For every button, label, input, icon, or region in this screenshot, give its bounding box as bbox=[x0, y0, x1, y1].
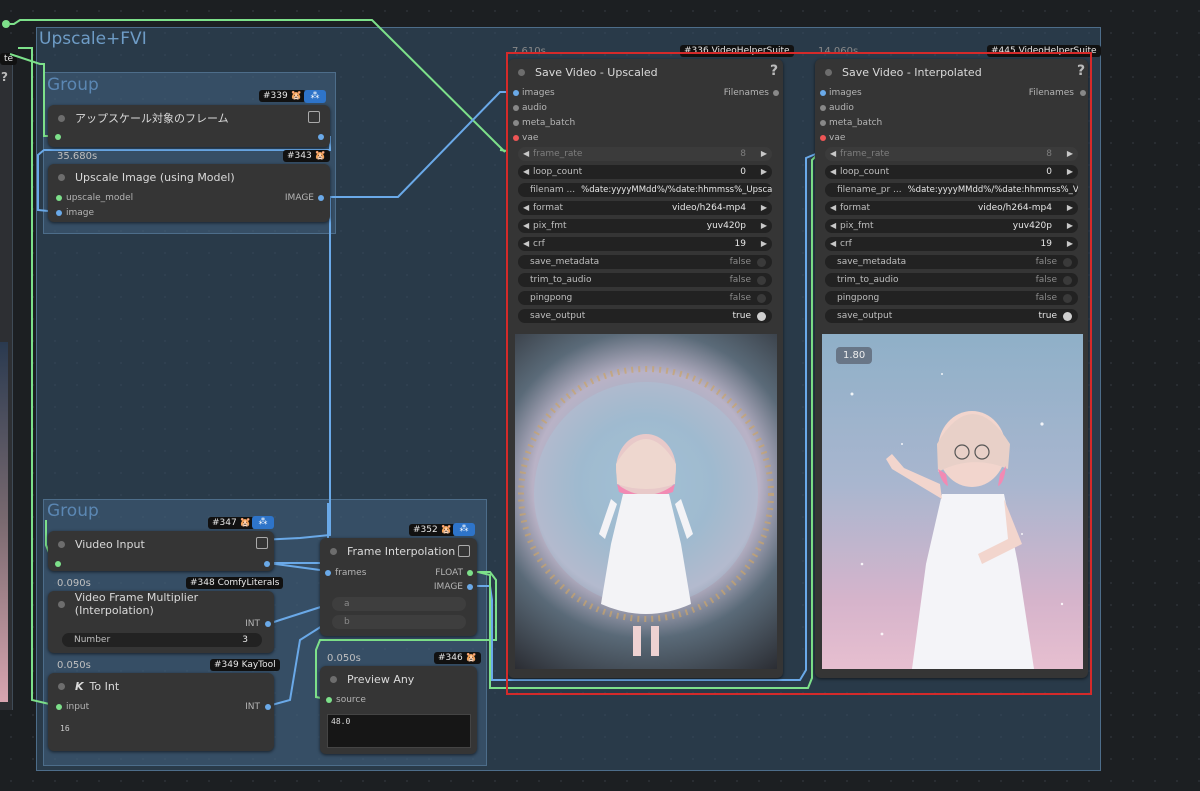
node-339-title: アップスケール対象のフレーム bbox=[75, 112, 229, 125]
node-349-id: #349 KayTool bbox=[210, 659, 280, 671]
node-346-header[interactable]: Preview Any bbox=[320, 666, 477, 692]
number-label: Number bbox=[74, 635, 111, 645]
int-output-socket[interactable] bbox=[265, 621, 271, 627]
node-349[interactable]: K To Int input INT 16 bbox=[48, 673, 274, 751]
node-346-time: 0.050s bbox=[327, 653, 361, 664]
node-348-time: 0.090s bbox=[57, 578, 91, 589]
expand-icon[interactable] bbox=[256, 537, 268, 549]
number-value: 3 bbox=[242, 635, 248, 645]
node-339-id: #339 🐹 bbox=[259, 90, 306, 102]
upscale-model-socket[interactable] bbox=[56, 195, 62, 201]
node-349-title: To Int bbox=[89, 679, 120, 693]
input-text[interactable]: 16 bbox=[60, 724, 70, 733]
input-label: input bbox=[66, 702, 90, 712]
node-349-time: 0.050s bbox=[57, 660, 91, 671]
preview-text: 48.0 bbox=[331, 717, 351, 726]
source-label: source bbox=[336, 695, 366, 705]
collapse-dot[interactable] bbox=[330, 675, 337, 683]
node-348-header[interactable]: Video Frame Multiplier (Interpolation) bbox=[48, 591, 274, 617]
a-label: a bbox=[344, 599, 350, 609]
node-339[interactable]: アップスケール対象のフレーム bbox=[48, 105, 330, 147]
b-widget[interactable]: b bbox=[332, 615, 466, 629]
node-348-title: Video Frame Multiplier (Interpolation) bbox=[74, 591, 199, 617]
node-352-header[interactable]: Frame Interpolation bbox=[320, 538, 477, 564]
source-socket[interactable] bbox=[326, 697, 332, 703]
image-input-label: image bbox=[66, 208, 95, 218]
node-343-id: #343 🐹 bbox=[283, 150, 330, 162]
node-343-time: 35.680s bbox=[57, 151, 98, 162]
preview-text-area[interactable]: 48.0 bbox=[327, 714, 471, 748]
node-339-header[interactable]: アップスケール対象のフレーム bbox=[48, 105, 330, 131]
node-346-title: Preview Any bbox=[347, 672, 415, 686]
node-347-title: Viudeo Input bbox=[75, 537, 145, 551]
int-output-label: INT bbox=[245, 619, 260, 629]
b-label: b bbox=[344, 617, 350, 627]
collapse-dot[interactable] bbox=[58, 540, 65, 548]
expand-icon[interactable] bbox=[458, 545, 470, 557]
collapse-dot[interactable] bbox=[58, 114, 65, 122]
node-339-input-socket[interactable] bbox=[55, 134, 61, 140]
image-output-socket[interactable] bbox=[318, 195, 324, 201]
image-output-socket[interactable] bbox=[467, 584, 473, 590]
node-347-group-button[interactable]: ⁂ bbox=[252, 516, 274, 529]
frames-label: frames bbox=[335, 568, 367, 578]
collapse-dot[interactable] bbox=[330, 547, 337, 555]
input-socket[interactable] bbox=[56, 704, 62, 710]
float-output-label: FLOAT bbox=[435, 568, 463, 578]
node-352-id: #352 🐹 bbox=[409, 524, 456, 536]
selection-highlight bbox=[506, 52, 1092, 695]
collapse-dot[interactable] bbox=[58, 600, 65, 608]
a-widget[interactable]: a bbox=[332, 597, 466, 611]
node-347[interactable]: Viudeo Input bbox=[48, 531, 274, 571]
node-343-title: Upscale Image (using Model) bbox=[75, 170, 235, 184]
node-349-header[interactable]: K To Int bbox=[48, 673, 274, 699]
node-339-output-socket[interactable] bbox=[318, 134, 324, 140]
image-input-socket[interactable] bbox=[56, 210, 62, 216]
expand-icon[interactable] bbox=[308, 111, 320, 123]
node-343-header[interactable]: Upscale Image (using Model) bbox=[48, 164, 330, 190]
node-348[interactable]: Video Frame Multiplier (Interpolation) I… bbox=[48, 591, 274, 653]
number-widget[interactable]: Number 3 bbox=[62, 633, 262, 647]
node-348-id: #348 ComfyLiterals bbox=[186, 577, 284, 589]
int-output-socket[interactable] bbox=[265, 704, 271, 710]
frames-socket[interactable] bbox=[325, 570, 331, 576]
node-347-id: #347 🐹 bbox=[208, 517, 255, 529]
node-352-title: Frame Interpolation bbox=[347, 544, 456, 558]
float-output-socket[interactable] bbox=[467, 570, 473, 576]
node-343[interactable]: Upscale Image (using Model) upscale_mode… bbox=[48, 164, 330, 222]
node-347-header[interactable]: Viudeo Input bbox=[48, 531, 274, 557]
node-352[interactable]: Frame Interpolation frames FLOAT IMAGE a… bbox=[320, 538, 477, 636]
node-346[interactable]: Preview Any source 48.0 bbox=[320, 666, 477, 754]
image-output-label: IMAGE bbox=[433, 582, 463, 592]
node-352-group-button[interactable]: ⁂ bbox=[453, 523, 475, 536]
int-output-label: INT bbox=[245, 702, 260, 712]
node-347-output-socket[interactable] bbox=[264, 561, 270, 567]
node-347-input-socket[interactable] bbox=[55, 561, 61, 567]
node-339-group-button[interactable]: ⁂ bbox=[304, 90, 326, 103]
upscale-model-label: upscale_model bbox=[66, 193, 134, 203]
node-346-id: #346 🐹 bbox=[434, 652, 481, 664]
kaytool-icon: K bbox=[75, 679, 84, 693]
image-output-label: IMAGE bbox=[284, 193, 314, 203]
collapse-dot[interactable] bbox=[58, 173, 65, 181]
collapse-dot[interactable] bbox=[58, 682, 65, 690]
